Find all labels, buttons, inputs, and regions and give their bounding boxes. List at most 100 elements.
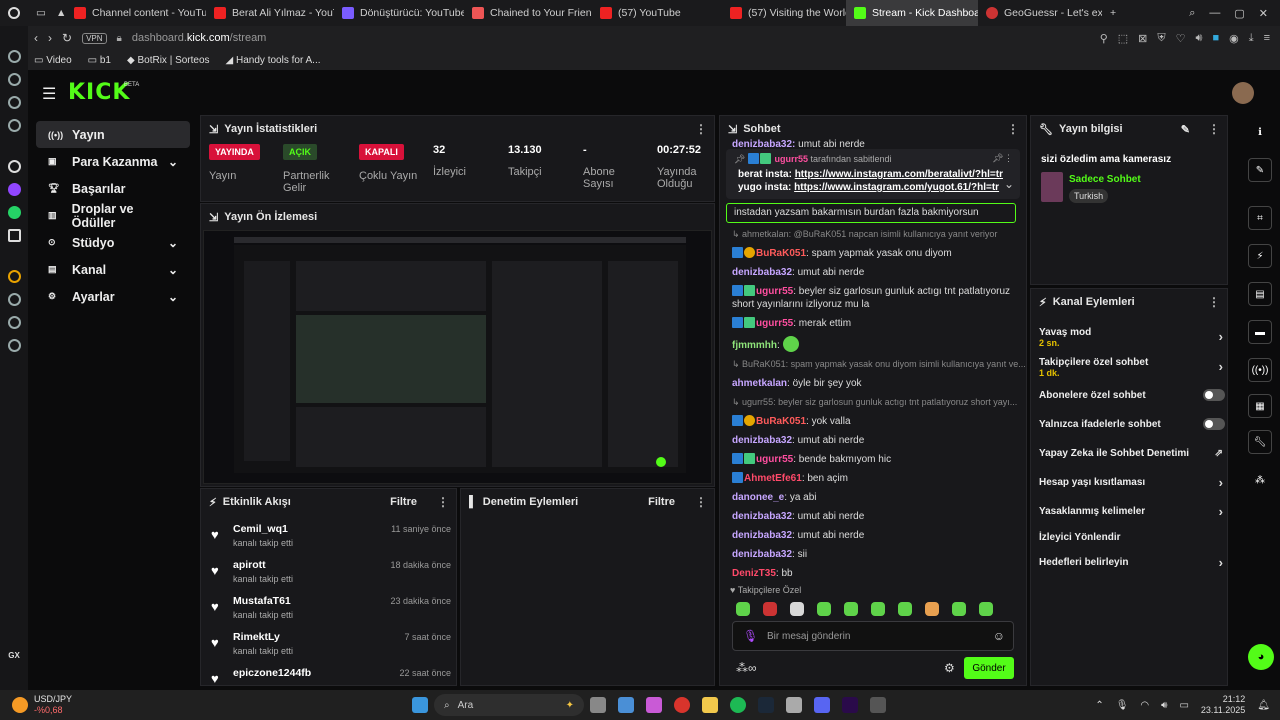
whatsapp-icon[interactable] <box>7 206 21 219</box>
subs-chat-toggle[interactable] <box>1203 389 1225 401</box>
chat-username[interactable]: DenizT35 <box>732 568 776 579</box>
discord-icon[interactable] <box>814 697 830 713</box>
nav-item[interactable]: ▥ Droplar ve Ödüller <box>36 202 190 230</box>
emote-icon[interactable] <box>817 602 831 616</box>
bookmark-botrix[interactable]: ◆ BotRix | Sorteos <box>127 55 210 66</box>
bolt-icon[interactable]: ⚡︎ <box>1248 244 1272 268</box>
new-tab-icon[interactable]: + <box>1102 0 1122 26</box>
chat-username[interactable]: denizbaba32 <box>732 267 792 278</box>
pinned-link[interactable]: https://www.instagram.com/beratalivt/?hl… <box>795 169 1003 180</box>
subs-chat-row[interactable]: Abonelere özel sohbet <box>1039 384 1225 406</box>
tab-visiting[interactable]: (57) Visiting the World's <box>722 0 846 26</box>
hamburger-menu-icon[interactable]: ☰ <box>42 84 56 104</box>
chat-username[interactable]: denizbaba32 <box>732 511 792 522</box>
wifi-icon[interactable]: ◠ <box>1140 700 1149 711</box>
emote-icon[interactable] <box>898 602 912 616</box>
emote-icon[interactable] <box>763 602 777 616</box>
back-icon[interactable]: ‹ <box>34 31 38 45</box>
more-options-icon[interactable]: ⋮ <box>1007 122 1019 136</box>
opera-icon[interactable] <box>674 697 690 713</box>
edit-icon[interactable]: ✎ <box>1181 123 1190 136</box>
search-tabs-icon[interactable]: ⌕ <box>1189 7 1195 20</box>
taskbar-search[interactable]: ⌕ Ara ✦ <box>434 694 584 716</box>
chat-username[interactable]: ugurr55 <box>756 286 793 297</box>
activity-username[interactable]: Cemil_wq1 <box>233 523 288 535</box>
avatar[interactable] <box>1232 82 1254 104</box>
drive-icon[interactable]: ▲ <box>48 0 66 26</box>
bookmark-b1[interactable]: ▭ b1 <box>88 55 111 66</box>
filter-button[interactable]: Filtre <box>390 496 417 508</box>
banned-words-row[interactable]: Yasaklanmış kelimeler › <box>1039 500 1225 522</box>
raid-row[interactable]: İzleyici Yönlendir <box>1039 526 1225 548</box>
emote-icon[interactable] <box>871 602 885 616</box>
activity-username[interactable]: RimektLy <box>233 631 280 643</box>
more-options-icon[interactable]: ⋮ <box>695 495 707 509</box>
task-view-icon[interactable] <box>590 697 606 713</box>
emote-chat-row[interactable]: Yalnızca ifadelerle sohbet <box>1039 413 1225 435</box>
info-icon[interactable]: ℹ <box>1248 120 1272 144</box>
bookmark-handy-tools[interactable]: ◢ Handy tools for A... <box>226 55 321 66</box>
mic-icon[interactable]: 🎙︎ <box>743 629 758 643</box>
gx-icon[interactable]: GX <box>8 651 20 660</box>
filter-button[interactable]: Filtre <box>648 496 675 508</box>
mic-tray-icon[interactable]: 🎙︎ <box>1116 700 1129 711</box>
tab-chained[interactable]: Chained to Your Friends <box>464 0 592 26</box>
history-icon[interactable] <box>7 293 21 306</box>
nav-item[interactable]: ▣ Para Kazanma ⌄ <box>36 148 190 175</box>
activity-username[interactable]: MustafaT61 <box>233 595 291 607</box>
bookmark-video[interactable]: ▭ Video <box>34 55 72 66</box>
slow-mode-row[interactable]: Yavaş mod 2 sn. › <box>1039 323 1225 351</box>
premiere-icon[interactable] <box>842 697 858 713</box>
settings-icon[interactable] <box>7 339 21 352</box>
tab-geoguessr[interactable]: GeoGuessr - Let's explor <box>978 0 1102 26</box>
menu-icon[interactable]: ≡ <box>1264 32 1270 45</box>
emote-chat-toggle[interactable] <box>1203 418 1225 430</box>
nav-item[interactable]: ((•)) Yayın <box>36 121 190 148</box>
forward-icon[interactable]: › <box>48 31 52 45</box>
steam-icon[interactable] <box>758 697 774 713</box>
chat-username[interactable]: ugurr55 <box>756 454 793 465</box>
vpn-badge[interactable]: VPN <box>82 32 107 44</box>
activity-username[interactable]: epiczone1244fb <box>233 667 311 679</box>
scan-icon[interactable]: ⌗ <box>1248 206 1272 230</box>
send-button[interactable]: Gönder <box>964 657 1014 679</box>
emote-icon[interactable] <box>925 602 939 616</box>
stream-preview-video[interactable] <box>203 230 712 484</box>
opera-gx-icon[interactable] <box>870 697 886 713</box>
download-icon[interactable]: ⤓ <box>1249 32 1254 45</box>
pin-icon[interactable]: ⚲ <box>1100 32 1108 45</box>
clock[interactable]: 21:12 23.11.2025 <box>1201 694 1245 716</box>
emote-icon[interactable] <box>844 602 858 616</box>
chat-username[interactable]: fjmmmhh <box>732 340 777 351</box>
chat-username[interactable]: ahmetkalan <box>732 378 787 389</box>
nav-item[interactable]: ⚙ Ayarlar ⌄ <box>36 283 190 310</box>
chat-username[interactable]: denizbaba32 <box>732 435 792 446</box>
ai-icon[interactable] <box>7 73 21 86</box>
ticker-widget[interactable]: USD/JPY -%0,68 <box>34 694 94 716</box>
extensions-icon[interactable] <box>7 316 21 329</box>
chat-icon[interactable]: ▬ <box>1248 320 1272 344</box>
snapshot-icon[interactable]: ⬚ <box>1118 32 1128 45</box>
emote-icon[interactable] <box>979 602 993 616</box>
emote-icon[interactable] <box>736 602 750 616</box>
chat-username[interactable]: AhmetEfe61 <box>744 473 802 484</box>
emote-icon[interactable] <box>790 602 804 616</box>
notes-icon[interactable] <box>7 119 21 132</box>
nav-item[interactable]: ⊙ Stüdyo ⌄ <box>36 229 190 256</box>
close-icon[interactable]: ✕ <box>1259 7 1268 20</box>
nav-item[interactable]: ▤ Kanal ⌄ <box>36 256 190 283</box>
workspace-icon[interactable]: ▭ <box>28 0 48 26</box>
maximize-icon[interactable]: ▢ <box>1234 7 1244 20</box>
nav-item[interactable]: 🏆︎ Başarılar <box>36 175 190 202</box>
extension-icon[interactable]: ■ <box>1212 32 1219 45</box>
tab-youtube-content[interactable]: Channel content - YouTub <box>66 0 206 26</box>
pinned-link[interactable]: https://www.instagram.com/yugot.61/?hl=t… <box>794 182 999 193</box>
tab-converter[interactable]: Dönüştürücü: YouTube M <box>334 0 464 26</box>
edit-icon[interactable]: ✎ <box>1248 158 1272 182</box>
broadcast-icon[interactable]: ((•)) <box>1248 358 1272 382</box>
more-options-icon[interactable]: ⋮ <box>437 495 449 509</box>
chat-input[interactable]: 🎙︎ Bir mesaj gönderin ☺ <box>732 621 1014 651</box>
help-chat-icon[interactable]: ◕ <box>1248 644 1274 670</box>
chat-username[interactable]: denizbaba32 <box>732 530 792 541</box>
news-icon[interactable] <box>7 96 21 109</box>
